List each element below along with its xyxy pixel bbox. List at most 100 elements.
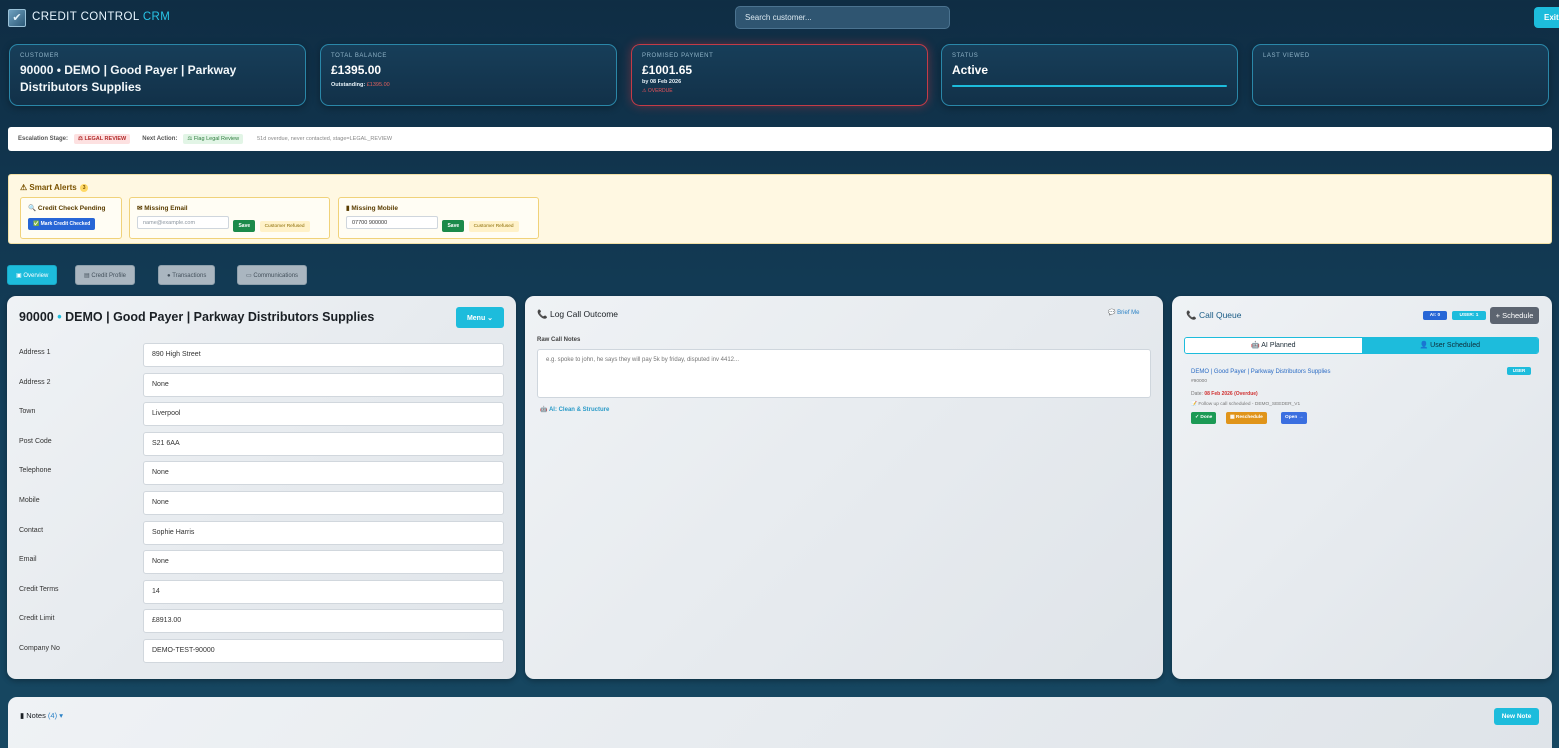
tab-transactions[interactable]: ● Transactions bbox=[158, 265, 216, 285]
field-label: Town bbox=[19, 408, 36, 416]
warning-icon: ⚠ bbox=[20, 183, 28, 192]
calendar-icon: ▦ bbox=[1230, 415, 1235, 420]
field-label: Credit Terms bbox=[19, 585, 59, 593]
status-value: Active bbox=[952, 63, 989, 77]
field-label: Email bbox=[19, 556, 37, 564]
tab-credit-profile[interactable]: ▤ Credit Profile bbox=[75, 265, 136, 285]
magnifier-icon: 🔍 bbox=[28, 205, 37, 212]
email-field[interactable] bbox=[137, 216, 229, 230]
promised-value: £1001.65 bbox=[642, 63, 693, 77]
save-mobile-button[interactable]: Save bbox=[442, 220, 465, 232]
alerts-count-badge: 3 bbox=[79, 183, 89, 192]
queue-toggle: 🤖 AI Planned 👤 User Scheduled bbox=[1184, 337, 1539, 354]
mark-credit-checked-button[interactable]: ✅ Mark Credit Checked bbox=[28, 218, 96, 230]
ai-count-badge: AI: 0 bbox=[1423, 311, 1447, 320]
alert-missing-email: ✉ Missing Email Save Customer Refused bbox=[129, 197, 330, 239]
check-icon: ✅ bbox=[33, 221, 40, 227]
chart-icon: ▤ bbox=[84, 273, 90, 279]
call-queue-title: 📞 Call Queue bbox=[1186, 310, 1242, 320]
field-row-contact: Contact Sophie Harris bbox=[19, 520, 504, 545]
robot-icon: 🤖 bbox=[1250, 342, 1260, 349]
logo-icon: ✔ bbox=[8, 9, 26, 27]
judge-icon: ⚖ bbox=[187, 136, 193, 142]
money-bag-icon: ● bbox=[167, 273, 171, 279]
tab-communications[interactable]: ▭ Communications bbox=[237, 265, 308, 285]
escalation-stage-badge: ⚖ LEGAL REVIEW bbox=[74, 134, 131, 144]
robot-icon: 🤖 bbox=[540, 407, 548, 413]
email-icon: ✉ bbox=[137, 205, 143, 212]
field-row-post-code: Post Code S21 6AA bbox=[19, 431, 504, 456]
field-row-credit-limit: Credit Limit £8913.00 bbox=[19, 609, 504, 634]
app-title: CREDIT CONTROL CRM bbox=[32, 11, 171, 23]
search-input[interactable] bbox=[735, 6, 950, 29]
field-label: Contact bbox=[19, 526, 44, 534]
tab-ai-planned[interactable]: 🤖 AI Planned bbox=[1185, 338, 1362, 353]
next-action-badge[interactable]: ⚖ Flag Legal Review bbox=[183, 134, 244, 144]
field-label: Company No bbox=[19, 645, 60, 652]
balance-value: £1395.00 bbox=[331, 63, 382, 77]
field-row-email: Email None bbox=[19, 550, 504, 575]
field-value-post-code[interactable]: S21 6AA bbox=[143, 431, 504, 456]
schedule-button[interactable]: + Schedule bbox=[1490, 307, 1539, 324]
raw-call-notes-input[interactable] bbox=[537, 349, 1151, 398]
queue-item-name[interactable]: DEMO | Good Payer | Parkway Distributors… bbox=[1191, 369, 1331, 375]
done-button[interactable]: ✓ Done bbox=[1191, 412, 1217, 424]
escalation-stage-label: Escalation Stage: bbox=[18, 136, 69, 142]
last-viewed-card: LAST VIEWED bbox=[1252, 44, 1549, 106]
card-label: STATUS bbox=[952, 53, 979, 59]
smart-alerts: ⚠ Smart Alerts 3 🔍 Credit Check Pending ✅… bbox=[8, 174, 1552, 244]
field-label: Telephone bbox=[19, 467, 52, 475]
tab-overview[interactable]: ▣ Overview bbox=[7, 265, 58, 285]
new-note-button[interactable]: New Note bbox=[1494, 708, 1539, 725]
field-value-credit-limit[interactable]: £8913.00 bbox=[143, 609, 504, 634]
alerts-title: ⚠ Smart Alerts 3 bbox=[20, 183, 89, 192]
queue-item-badge: USER bbox=[1507, 367, 1531, 375]
card-label: PROMISED PAYMENT bbox=[642, 53, 714, 59]
note-icon: 📝 bbox=[1191, 402, 1197, 407]
mobile-field[interactable] bbox=[346, 216, 438, 230]
queue-item-id: #90000 bbox=[1191, 379, 1208, 384]
notes-toggle[interactable]: ▮ Notes (4) ▾ bbox=[20, 711, 63, 720]
field-label: Address 1 bbox=[19, 349, 51, 356]
notes-icon: ▮ bbox=[20, 711, 25, 720]
email-refused-button[interactable]: Customer Refused bbox=[259, 221, 310, 232]
promised-by: by 08 Feb 2026 bbox=[642, 79, 682, 85]
field-value-company-no[interactable]: DEMO-TEST-90000 bbox=[143, 639, 504, 663]
field-value-mobile[interactable]: None bbox=[143, 491, 504, 515]
alert-missing-mobile: ▮ Missing Mobile Save Customer Refused bbox=[338, 197, 539, 239]
alert-credit-check: 🔍 Credit Check Pending ✅ Mark Credit Che… bbox=[20, 197, 122, 239]
field-row-address-1: Address 1 890 High Street bbox=[19, 343, 504, 367]
field-value-credit-terms[interactable]: 14 bbox=[143, 579, 504, 604]
field-value-contact[interactable]: Sophie Harris bbox=[143, 520, 504, 545]
field-value-address-2[interactable]: None bbox=[143, 372, 504, 397]
log-call-title: 📞 Log Call Outcome bbox=[537, 309, 619, 319]
brief-me-button[interactable]: 💬 Brief Me bbox=[1108, 309, 1140, 316]
outstanding-line: Outstanding: £1395.00 bbox=[331, 82, 390, 88]
alert-title: ▮ Missing Mobile bbox=[346, 205, 398, 212]
tab-user-scheduled[interactable]: 👤 User Scheduled bbox=[1361, 338, 1538, 353]
field-value-telephone[interactable]: None bbox=[143, 461, 504, 486]
menu-button[interactable]: Menu ⌄ bbox=[456, 307, 504, 328]
ai-clean-button[interactable]: 🤖 AI: Clean & Structure bbox=[540, 406, 609, 413]
open-button[interactable]: Open → bbox=[1281, 412, 1308, 424]
escalation-bar: Escalation Stage: ⚖ LEGAL REVIEW Next Ac… bbox=[8, 127, 1552, 151]
chat-icon: 💬 bbox=[1108, 310, 1116, 316]
field-label: Credit Limit bbox=[19, 615, 55, 623]
reschedule-button[interactable]: ▦ Reschedule bbox=[1226, 412, 1267, 424]
log-call-panel: 📞 Log Call Outcome 💬 Brief Me Raw Call N… bbox=[525, 296, 1163, 679]
field-value-address-1[interactable]: 890 High Street bbox=[143, 343, 504, 367]
mobile-refused-button[interactable]: Customer Refused bbox=[468, 221, 519, 232]
field-value-email[interactable]: None bbox=[143, 550, 504, 575]
queue-item-date: Date: 08 Feb 2026 (Overdue) bbox=[1191, 391, 1258, 397]
user-icon: 👤 bbox=[1419, 342, 1429, 349]
card-label: LAST VIEWED bbox=[1263, 53, 1310, 59]
field-row-town: Town Liverpool bbox=[19, 402, 504, 427]
card-label: CUSTOMER bbox=[20, 53, 60, 59]
queue-item-note: 📝 Follow up call scheduled - DEMO_SEEDER… bbox=[1191, 402, 1301, 407]
field-value-town[interactable]: Liverpool bbox=[143, 402, 504, 427]
save-email-button[interactable]: Save bbox=[233, 220, 256, 232]
raw-notes-label: Raw Call Notes bbox=[537, 337, 581, 343]
escalation-note: 51d overdue, never contacted, stage=LEGA… bbox=[257, 136, 393, 142]
exit-button[interactable]: Exit bbox=[1534, 7, 1559, 28]
balance-card: TOTAL BALANCE £1395.00 Outstanding: £139… bbox=[320, 44, 617, 106]
